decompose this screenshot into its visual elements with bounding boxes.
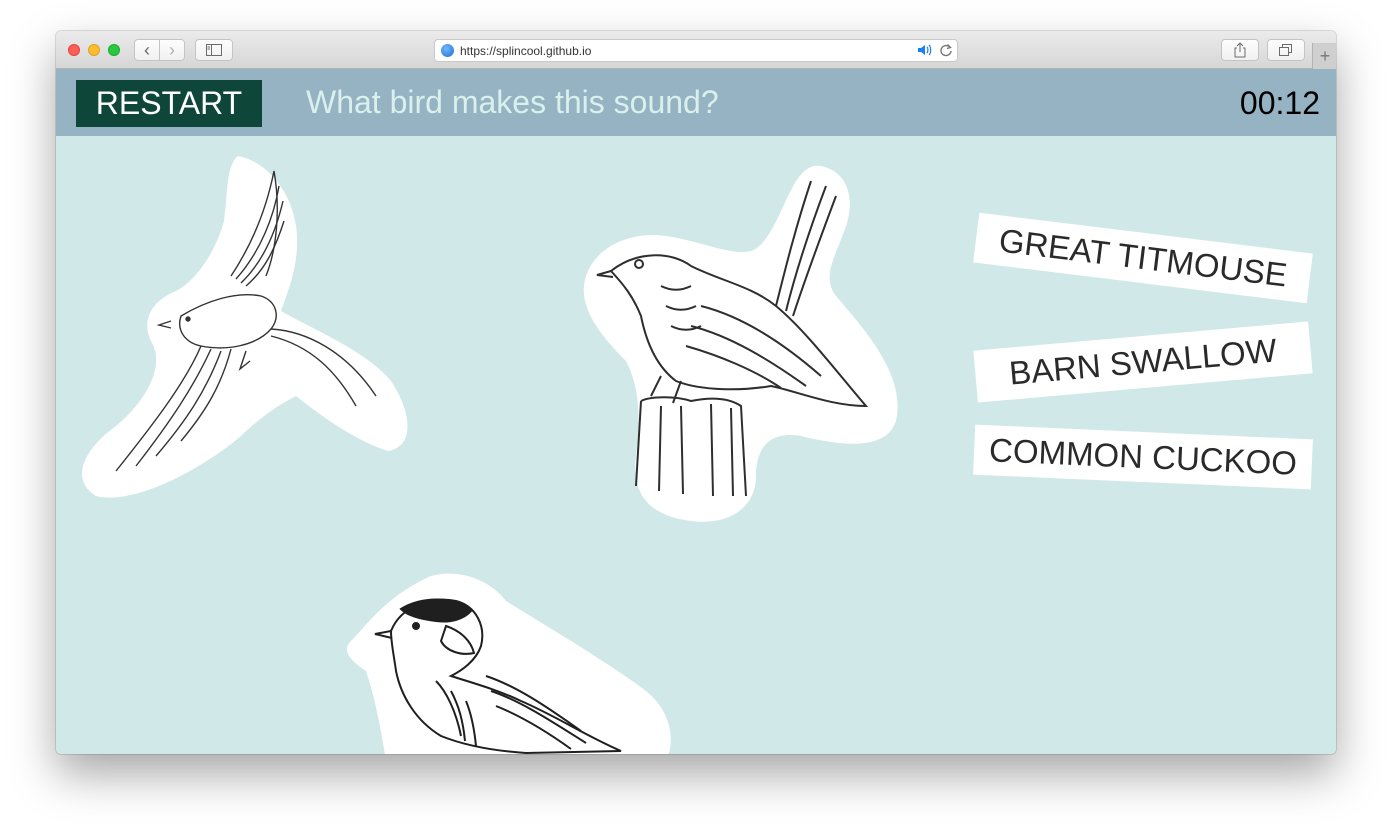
minimize-window-button[interactable] xyxy=(88,44,100,56)
chevron-left-icon: ‹ xyxy=(144,39,150,60)
sidebar-icon xyxy=(206,44,222,56)
forward-button[interactable]: › xyxy=(159,39,185,61)
browser-toolbar: ‹ › https://splincool.github.io + xyxy=(56,31,1336,69)
chevron-right-icon: › xyxy=(169,39,175,60)
answer-option[interactable]: BARN SWALLOW xyxy=(973,321,1313,403)
answer-option[interactable]: COMMON CUCKOO xyxy=(973,424,1313,490)
swallow-illustration[interactable] xyxy=(76,151,411,501)
titmouse-illustration[interactable] xyxy=(346,571,676,754)
restart-button[interactable]: RESTART xyxy=(76,80,262,127)
cuckoo-illustration[interactable] xyxy=(581,156,906,526)
back-button[interactable]: ‹ xyxy=(134,39,160,61)
reload-icon[interactable] xyxy=(939,42,953,61)
tabs-overview-button[interactable] xyxy=(1267,39,1305,61)
game-header: RESTART What bird makes this sound? 00:1… xyxy=(56,69,1336,136)
timer: 00:12 xyxy=(1239,85,1320,121)
answer-option[interactable]: GREAT TITMOUSE xyxy=(973,212,1313,304)
sidebar-toggle-button[interactable] xyxy=(195,39,233,61)
share-icon xyxy=(1234,42,1246,58)
new-tab-button[interactable]: + xyxy=(1312,43,1336,69)
url-text: https://splincool.github.io xyxy=(460,44,592,58)
game-board: GREAT TITMOUSE BARN SWALLOW COMMON CUCKO… xyxy=(56,136,1336,754)
address-bar[interactable]: https://splincool.github.io xyxy=(434,39,958,62)
browser-window: ‹ › https://splincool.github.io + RESTAR… xyxy=(56,31,1336,754)
close-window-button[interactable] xyxy=(68,44,80,56)
question-text: What bird makes this sound? xyxy=(306,84,719,120)
zoom-window-button[interactable] xyxy=(108,44,120,56)
share-button[interactable] xyxy=(1221,39,1259,61)
plus-icon: + xyxy=(1319,46,1331,66)
globe-icon xyxy=(441,44,454,57)
tabs-icon xyxy=(1279,44,1292,56)
speaker-icon[interactable] xyxy=(917,43,933,60)
